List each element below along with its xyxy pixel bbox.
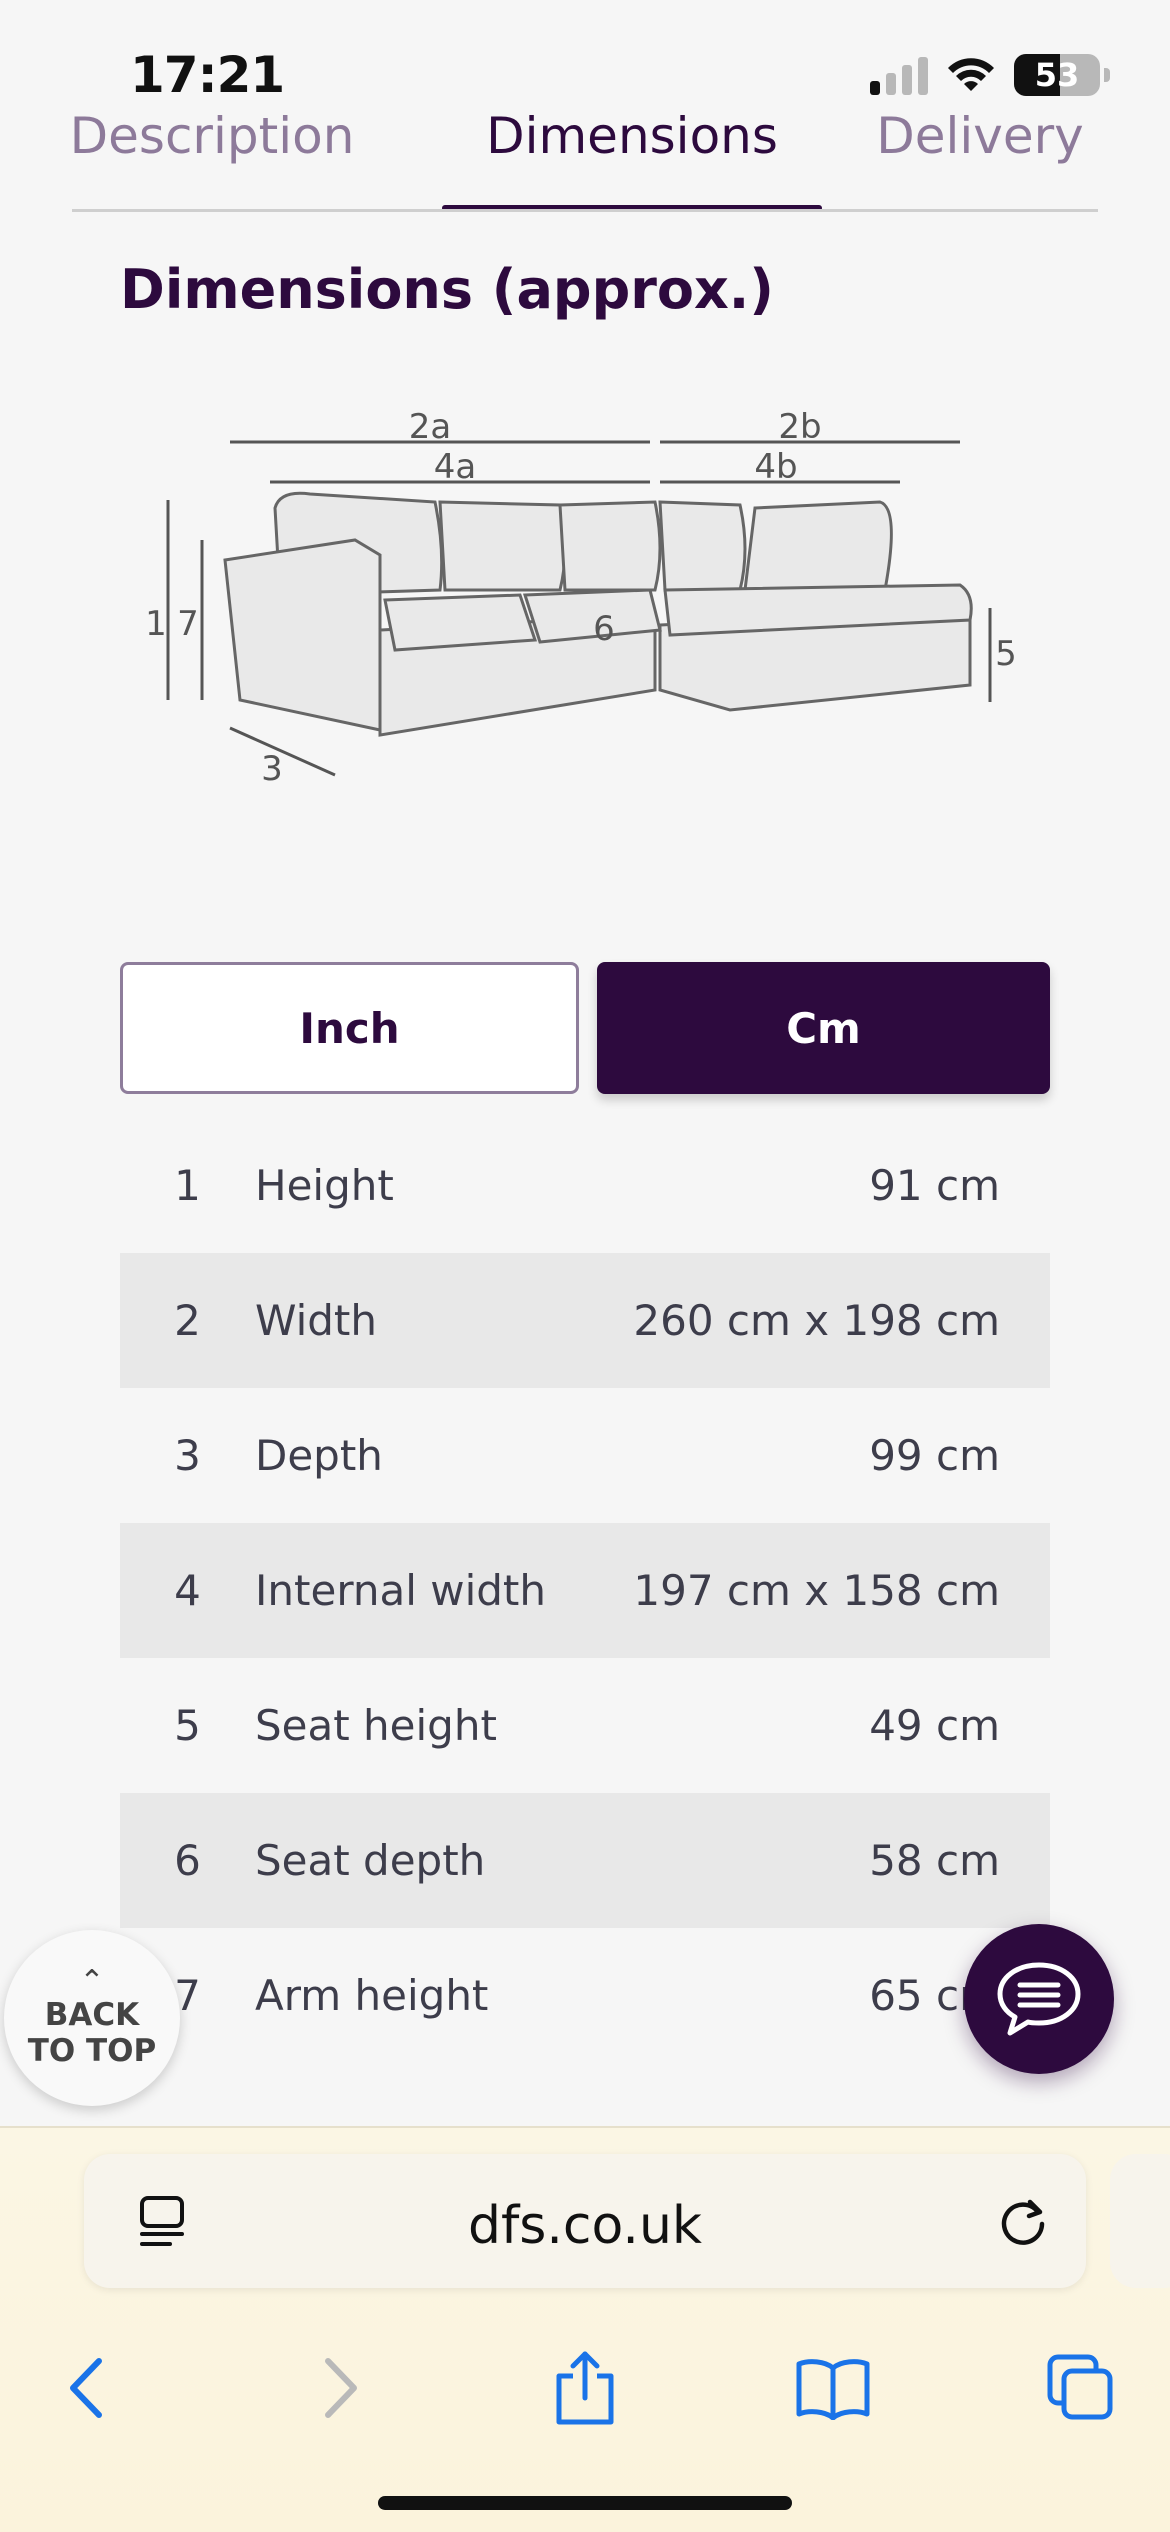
share-icon [556,2351,614,2425]
battery-icon: 53 [1014,54,1100,96]
row-number: 5 [174,1701,201,1750]
next-tab-preview[interactable] [1110,2154,1170,2288]
row-value: 49 cm [869,1701,1000,1750]
page-title: Dimensions (approx.) [120,258,774,321]
table-row: 4 Internal width 197 cm x 158 cm [120,1523,1050,1658]
tabs-icon [1047,2354,1113,2420]
diagram-label-3: 3 [261,749,283,789]
row-value: 99 cm [869,1431,1000,1480]
tab-dimensions-label: Dimensions [486,107,778,165]
diagram-label-6: 6 [593,609,615,649]
table-row: 1 Height 91 cm [120,1118,1050,1253]
row-number: 3 [174,1431,201,1480]
table-row: 6 Seat depth 58 cm [120,1793,1050,1928]
row-label: Arm height [255,1971,489,2020]
diagram-label-4a: 4a [434,447,476,487]
cellular-signal-icon [870,55,928,95]
tab-description[interactable]: Description [72,105,355,209]
tab-delivery[interactable]: Delivery [862,105,1098,209]
address-bar[interactable]: dfs.co.uk [84,2154,1086,2288]
back-to-top-button[interactable]: ⌃ BACK TO TOP [4,1930,180,2106]
row-label: Height [255,1161,394,1210]
diagram-label-2a: 2a [409,407,451,447]
diagram-label-4b: 4b [754,447,797,487]
diagram-label-2b: 2b [778,407,821,447]
row-number: 4 [174,1566,201,1615]
diagram-label-1: 1 [145,604,167,644]
share-button[interactable] [540,2328,630,2448]
row-value: 197 cm x 158 cm [633,1566,1000,1615]
active-tab-indicator [442,205,822,209]
row-value: 58 cm [869,1836,1000,1885]
reload-icon[interactable] [996,2194,1050,2248]
row-label: Seat depth [255,1836,486,1885]
tab-delivery-label: Delivery [876,107,1084,165]
row-value: 91 cm [869,1161,1000,1210]
tab-description-label: Description [72,107,355,165]
cm-button[interactable]: Cm [597,962,1050,1094]
row-value: 260 cm x 198 cm [633,1296,1000,1345]
url-text: dfs.co.uk [467,2196,703,2256]
dimensions-table: 1 Height 91 cm 2 Width 260 cm x 198 cm 3… [120,1118,1050,2063]
bookmarks-button[interactable] [788,2328,878,2448]
home-indicator [378,2496,792,2510]
battery-tip [1104,68,1110,82]
tab-dimensions[interactable]: Dimensions [442,105,822,209]
browser-toolbar [0,2328,1170,2448]
row-number: 1 [174,1161,201,1210]
chevron-up-icon: ⌃ [79,1964,105,1999]
wifi-icon [948,58,994,91]
chat-bubble-icon [997,1962,1081,2036]
row-label: Seat height [255,1701,497,1750]
status-icons: 53 [870,54,1110,96]
back-to-top-line2: TO TOP [27,2033,157,2069]
chat-button[interactable] [964,1924,1114,2074]
battery-level: 53 [1034,56,1080,94]
forward-button[interactable] [295,2328,385,2448]
unit-toggle: Inch Cm [120,962,1050,1094]
sofa-dimensions-diagram: 2a 4a 2b 4b 1 7 6 5 3 [145,407,1017,789]
table-row: 7 Arm height 65 cm [120,1928,1050,2063]
row-number: 2 [174,1296,201,1345]
table-row: 2 Width 260 cm x 198 cm [120,1253,1050,1388]
table-row: 3 Depth 99 cm [120,1388,1050,1523]
diagram-label-5: 5 [995,634,1017,674]
product-tabs: Description Dimensions Delivery [72,105,1098,212]
book-icon [796,2359,870,2420]
chevron-left-icon [70,2358,102,2418]
row-label: Width [255,1296,378,1345]
diagram-label-7: 7 [177,604,199,644]
tabs-button[interactable] [1036,2328,1126,2448]
table-row: 5 Seat height 49 cm [120,1658,1050,1793]
back-to-top-line1: BACK [44,1997,140,2033]
status-time: 17:21 [130,46,285,104]
row-label: Internal width [255,1566,546,1615]
row-label: Depth [255,1431,383,1480]
inch-button[interactable]: Inch [120,962,579,1094]
browser-chrome: dfs.co.uk [0,2126,1170,2532]
chevron-right-icon [325,2358,357,2418]
back-button[interactable] [42,2328,132,2448]
row-number: 6 [174,1836,201,1885]
